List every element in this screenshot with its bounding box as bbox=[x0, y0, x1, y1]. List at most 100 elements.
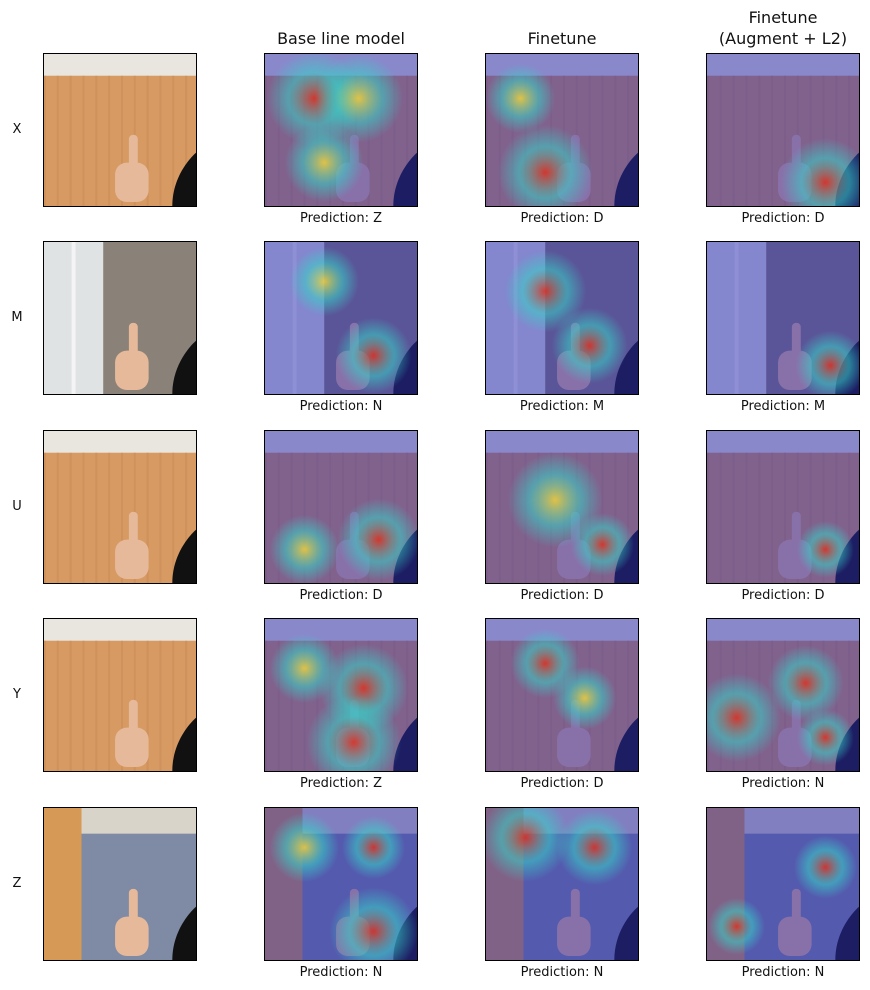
heatmap-hotspot bbox=[797, 521, 854, 578]
gradcam-heatmap bbox=[706, 618, 860, 772]
wood-grain bbox=[44, 75, 46, 206]
prediction-caption: Prediction: Z bbox=[300, 776, 382, 791]
row-label: X bbox=[12, 122, 22, 137]
gradcam-heatmap bbox=[706, 807, 860, 961]
wood-grain bbox=[108, 640, 111, 771]
ceiling bbox=[44, 431, 196, 453]
prediction-caption: Prediction: N bbox=[741, 965, 825, 980]
heatmap-hotspot bbox=[553, 666, 617, 730]
heatmap-hotspot bbox=[341, 815, 406, 880]
prediction-caption: Prediction: Z bbox=[300, 211, 382, 226]
ceiling bbox=[81, 808, 196, 834]
gradcam-heatmap bbox=[706, 430, 860, 584]
heatmap-hotspot bbox=[335, 317, 412, 394]
wood-grain bbox=[159, 640, 162, 771]
gradcam-heatmap bbox=[264, 53, 418, 207]
heatmap-hotspot bbox=[337, 498, 417, 581]
gradcam-heatmap bbox=[485, 807, 639, 961]
wood-grain bbox=[159, 75, 162, 206]
heatmap-hotspot bbox=[507, 452, 603, 548]
wood-grain bbox=[172, 640, 175, 771]
column-title-finetune-augment-l2: Finetune (Augment + L2) bbox=[683, 7, 870, 49]
wood-grain bbox=[82, 640, 85, 771]
heatmap-hotspot bbox=[284, 123, 364, 203]
wood-grain bbox=[95, 452, 98, 583]
heatmap-hotspot bbox=[269, 514, 340, 583]
heatmap-hotspot bbox=[269, 812, 340, 883]
wood-grain bbox=[69, 452, 72, 583]
wood-grain bbox=[172, 452, 175, 583]
gradcam-heatmap bbox=[485, 241, 639, 395]
gradcam-heatmap bbox=[264, 241, 418, 395]
wood-grain bbox=[159, 452, 162, 583]
wood-grain bbox=[82, 75, 85, 206]
heatmap-hotspot bbox=[289, 246, 359, 317]
row-label: M bbox=[11, 310, 23, 325]
wood-grain bbox=[56, 75, 59, 206]
finger bbox=[128, 511, 138, 548]
gradcam-heatmap bbox=[264, 807, 418, 961]
column-title-finetune: Finetune bbox=[462, 28, 662, 49]
wood-grain bbox=[82, 452, 85, 583]
column-title-text: Base line model bbox=[277, 29, 405, 48]
heatmap-hotspot bbox=[556, 809, 633, 886]
input-image bbox=[43, 618, 197, 772]
heatmap-hotspot bbox=[269, 633, 340, 704]
wood-grain bbox=[69, 75, 72, 206]
row-label: U bbox=[12, 499, 22, 514]
wood-grain bbox=[172, 75, 175, 206]
gradcam-heatmap bbox=[706, 241, 860, 395]
column-title-text: (Augment + L2) bbox=[718, 29, 848, 48]
prediction-caption: Prediction: D bbox=[520, 776, 604, 791]
wood-grain bbox=[44, 640, 46, 771]
prediction-caption: Prediction: N bbox=[299, 965, 383, 980]
finger bbox=[128, 134, 138, 171]
finger bbox=[128, 322, 138, 359]
input-image bbox=[43, 53, 197, 207]
prediction-caption: Prediction: M bbox=[740, 399, 826, 414]
door bbox=[44, 808, 82, 960]
ceiling bbox=[44, 54, 196, 76]
heatmap-hotspot bbox=[708, 898, 766, 955]
prediction-caption: Prediction: N bbox=[299, 399, 383, 414]
prediction-caption: Prediction: D bbox=[741, 588, 825, 603]
ceiling bbox=[44, 619, 196, 641]
wood-grain bbox=[69, 640, 72, 771]
column-title-baseline: Base line model bbox=[241, 28, 441, 49]
input-image bbox=[43, 807, 197, 961]
prediction-caption: Prediction: D bbox=[741, 211, 825, 226]
gradcam-heatmap bbox=[706, 53, 860, 207]
prediction-caption: Prediction: D bbox=[520, 211, 604, 226]
prediction-caption: Prediction: D bbox=[299, 588, 383, 603]
finger bbox=[128, 888, 138, 925]
heatmap-hotspot bbox=[767, 645, 844, 722]
wood-grain bbox=[56, 640, 59, 771]
wood-grain bbox=[44, 452, 46, 583]
wood-grain bbox=[56, 452, 59, 583]
input-image bbox=[43, 241, 197, 395]
prediction-caption: Prediction: N bbox=[741, 776, 825, 791]
heatmap-hotspot bbox=[551, 307, 628, 384]
window-frame bbox=[71, 242, 76, 394]
gradcam-heatmap bbox=[485, 618, 639, 772]
finger bbox=[128, 699, 138, 736]
gradcam-heatmap bbox=[485, 53, 639, 207]
row-label: Z bbox=[12, 876, 22, 891]
wood-grain bbox=[95, 75, 98, 206]
heatmap-hotspot bbox=[486, 63, 556, 134]
heatmap-hotspot bbox=[797, 709, 854, 766]
prediction-caption: Prediction: D bbox=[520, 588, 604, 603]
gradcam-heatmap bbox=[264, 430, 418, 584]
wood-grain bbox=[108, 75, 111, 206]
column-title-text: Finetune bbox=[527, 29, 597, 48]
row-label: Y bbox=[13, 687, 21, 702]
input-image bbox=[43, 430, 197, 584]
gradcam-heatmap bbox=[485, 430, 639, 584]
wood-grain bbox=[95, 640, 98, 771]
gradcam-heatmap bbox=[264, 618, 418, 772]
column-title-text: Finetune bbox=[748, 8, 818, 27]
prediction-caption: Prediction: M bbox=[519, 399, 605, 414]
wood-grain bbox=[108, 452, 111, 583]
heatmap-hotspot bbox=[793, 835, 858, 899]
prediction-caption: Prediction: N bbox=[520, 965, 604, 980]
